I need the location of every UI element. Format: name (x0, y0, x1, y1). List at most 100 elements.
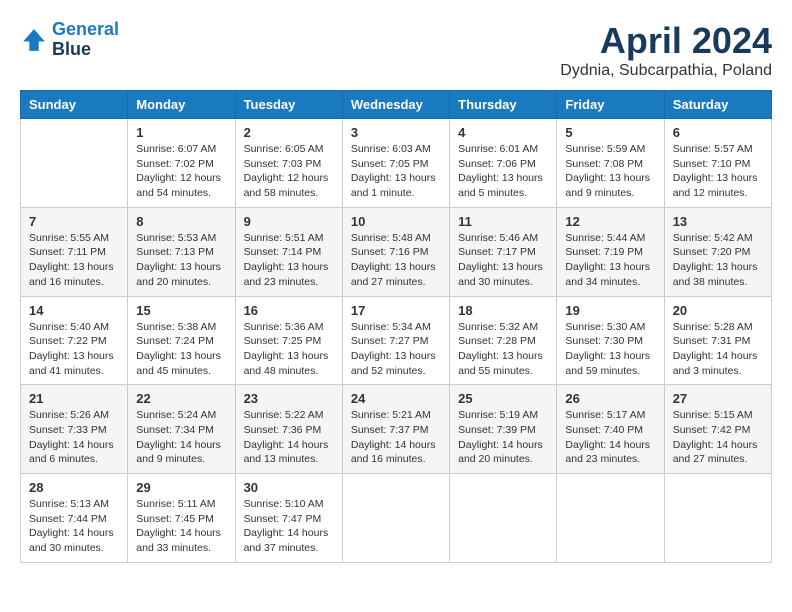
day-number: 28 (29, 480, 119, 495)
day-number: 24 (351, 391, 441, 406)
day-number: 22 (136, 391, 226, 406)
calendar-cell: 13 Sunrise: 5:42 AM Sunset: 7:20 PM Dayli… (664, 207, 771, 296)
day-info: Sunrise: 6:07 AM Sunset: 7:02 PM Dayligh… (136, 142, 226, 201)
day-info: Sunrise: 5:10 AM Sunset: 7:47 PM Dayligh… (244, 497, 334, 556)
calendar-cell: 21 Sunrise: 5:26 AM Sunset: 7:33 PM Dayli… (21, 385, 128, 474)
day-number: 2 (244, 125, 334, 140)
day-info: Sunrise: 5:42 AM Sunset: 7:20 PM Dayligh… (673, 231, 763, 290)
calendar-week-1: 1 Sunrise: 6:07 AM Sunset: 7:02 PM Daylig… (21, 119, 772, 208)
page-header: General Blue April 2024 Dydnia, Subcarpa… (20, 20, 772, 80)
day-number: 6 (673, 125, 763, 140)
day-number: 10 (351, 214, 441, 229)
month-title: April 2024 (560, 20, 772, 62)
weekday-header-sunday: Sunday (21, 91, 128, 119)
calendar-week-5: 28 Sunrise: 5:13 AM Sunset: 7:44 PM Dayli… (21, 474, 772, 563)
calendar-cell: 6 Sunrise: 5:57 AM Sunset: 7:10 PM Daylig… (664, 119, 771, 208)
day-info: Sunrise: 5:40 AM Sunset: 7:22 PM Dayligh… (29, 320, 119, 379)
logo-icon (20, 26, 48, 54)
day-number: 13 (673, 214, 763, 229)
day-info: Sunrise: 5:57 AM Sunset: 7:10 PM Dayligh… (673, 142, 763, 201)
calendar-cell (450, 474, 557, 563)
weekday-header-saturday: Saturday (664, 91, 771, 119)
day-number: 17 (351, 303, 441, 318)
day-number: 21 (29, 391, 119, 406)
day-info: Sunrise: 6:01 AM Sunset: 7:06 PM Dayligh… (458, 142, 548, 201)
day-number: 8 (136, 214, 226, 229)
day-info: Sunrise: 5:11 AM Sunset: 7:45 PM Dayligh… (136, 497, 226, 556)
day-number: 11 (458, 214, 548, 229)
calendar-table: SundayMondayTuesdayWednesdayThursdayFrid… (20, 90, 772, 563)
day-info: Sunrise: 5:55 AM Sunset: 7:11 PM Dayligh… (29, 231, 119, 290)
day-number: 20 (673, 303, 763, 318)
day-info: Sunrise: 6:05 AM Sunset: 7:03 PM Dayligh… (244, 142, 334, 201)
calendar-cell: 10 Sunrise: 5:48 AM Sunset: 7:16 PM Dayli… (342, 207, 449, 296)
calendar-cell: 25 Sunrise: 5:19 AM Sunset: 7:39 PM Dayli… (450, 385, 557, 474)
day-info: Sunrise: 5:32 AM Sunset: 7:28 PM Dayligh… (458, 320, 548, 379)
calendar-cell: 20 Sunrise: 5:28 AM Sunset: 7:31 PM Dayli… (664, 296, 771, 385)
day-number: 4 (458, 125, 548, 140)
day-info: Sunrise: 5:13 AM Sunset: 7:44 PM Dayligh… (29, 497, 119, 556)
day-info: Sunrise: 5:30 AM Sunset: 7:30 PM Dayligh… (565, 320, 655, 379)
calendar-cell: 11 Sunrise: 5:46 AM Sunset: 7:17 PM Dayli… (450, 207, 557, 296)
calendar-cell: 1 Sunrise: 6:07 AM Sunset: 7:02 PM Daylig… (128, 119, 235, 208)
calendar-week-3: 14Sunrise: 5:40 AM Sunset: 7:22 PM Dayli… (21, 296, 772, 385)
weekday-header-row: SundayMondayTuesdayWednesdayThursdayFrid… (21, 91, 772, 119)
day-info: Sunrise: 5:28 AM Sunset: 7:31 PM Dayligh… (673, 320, 763, 379)
day-info: Sunrise: 5:26 AM Sunset: 7:33 PM Dayligh… (29, 408, 119, 467)
day-number: 26 (565, 391, 655, 406)
day-info: Sunrise: 5:19 AM Sunset: 7:39 PM Dayligh… (458, 408, 548, 467)
day-number: 1 (136, 125, 226, 140)
day-info: Sunrise: 5:15 AM Sunset: 7:42 PM Dayligh… (673, 408, 763, 467)
calendar-cell: 22Sunrise: 5:24 AM Sunset: 7:34 PM Dayli… (128, 385, 235, 474)
day-info: Sunrise: 5:38 AM Sunset: 7:24 PM Dayligh… (136, 320, 226, 379)
day-info: Sunrise: 5:44 AM Sunset: 7:19 PM Dayligh… (565, 231, 655, 290)
calendar-cell: 28 Sunrise: 5:13 AM Sunset: 7:44 PM Dayli… (21, 474, 128, 563)
day-number: 3 (351, 125, 441, 140)
day-number: 15 (136, 303, 226, 318)
weekday-header-thursday: Thursday (450, 91, 557, 119)
day-info: Sunrise: 5:34 AM Sunset: 7:27 PM Dayligh… (351, 320, 441, 379)
logo: General Blue (20, 20, 119, 60)
day-info: Sunrise: 5:51 AM Sunset: 7:14 PM Dayligh… (244, 231, 334, 290)
calendar-cell: 4 Sunrise: 6:01 AM Sunset: 7:06 PM Daylig… (450, 119, 557, 208)
day-number: 23 (244, 391, 334, 406)
calendar-cell: 24Sunrise: 5:21 AM Sunset: 7:37 PM Dayli… (342, 385, 449, 474)
day-info: Sunrise: 5:53 AM Sunset: 7:13 PM Dayligh… (136, 231, 226, 290)
calendar-cell: 30 Sunrise: 5:10 AM Sunset: 7:47 PM Dayli… (235, 474, 342, 563)
calendar-cell: 3 Sunrise: 6:03 AM Sunset: 7:05 PM Daylig… (342, 119, 449, 208)
calendar-cell: 18 Sunrise: 5:32 AM Sunset: 7:28 PM Dayli… (450, 296, 557, 385)
calendar-cell: 29 Sunrise: 5:11 AM Sunset: 7:45 PM Dayli… (128, 474, 235, 563)
day-number: 30 (244, 480, 334, 495)
day-number: 16 (244, 303, 334, 318)
day-info: Sunrise: 5:22 AM Sunset: 7:36 PM Dayligh… (244, 408, 334, 467)
logo-text: General Blue (52, 20, 119, 60)
location-subtitle: Dydnia, Subcarpathia, Poland (560, 62, 772, 80)
calendar-cell (342, 474, 449, 563)
calendar-cell (21, 119, 128, 208)
day-number: 18 (458, 303, 548, 318)
calendar-cell: 17 Sunrise: 5:34 AM Sunset: 7:27 PM Dayli… (342, 296, 449, 385)
calendar-cell: 5Sunrise: 5:59 AM Sunset: 7:08 PM Daylig… (557, 119, 664, 208)
day-info: Sunrise: 5:46 AM Sunset: 7:17 PM Dayligh… (458, 231, 548, 290)
day-number: 25 (458, 391, 548, 406)
day-number: 12 (565, 214, 655, 229)
calendar-cell: 16 Sunrise: 5:36 AM Sunset: 7:25 PM Dayli… (235, 296, 342, 385)
calendar-week-4: 21 Sunrise: 5:26 AM Sunset: 7:33 PM Dayli… (21, 385, 772, 474)
day-info: Sunrise: 5:17 AM Sunset: 7:40 PM Dayligh… (565, 408, 655, 467)
calendar-cell: 19 Sunrise: 5:30 AM Sunset: 7:30 PM Dayli… (557, 296, 664, 385)
day-number: 19 (565, 303, 655, 318)
weekday-header-friday: Friday (557, 91, 664, 119)
day-number: 5 (565, 125, 655, 140)
calendar-cell: 8 Sunrise: 5:53 AM Sunset: 7:13 PM Daylig… (128, 207, 235, 296)
day-info: Sunrise: 5:36 AM Sunset: 7:25 PM Dayligh… (244, 320, 334, 379)
day-number: 29 (136, 480, 226, 495)
day-info: Sunrise: 6:03 AM Sunset: 7:05 PM Dayligh… (351, 142, 441, 201)
day-number: 27 (673, 391, 763, 406)
calendar-cell: 23 Sunrise: 5:22 AM Sunset: 7:36 PM Dayli… (235, 385, 342, 474)
day-info: Sunrise: 5:48 AM Sunset: 7:16 PM Dayligh… (351, 231, 441, 290)
calendar-cell (664, 474, 771, 563)
calendar-cell: 2 Sunrise: 6:05 AM Sunset: 7:03 PM Daylig… (235, 119, 342, 208)
calendar-week-2: 7 Sunrise: 5:55 AM Sunset: 7:11 PM Daylig… (21, 207, 772, 296)
calendar-cell (557, 474, 664, 563)
day-number: 7 (29, 214, 119, 229)
